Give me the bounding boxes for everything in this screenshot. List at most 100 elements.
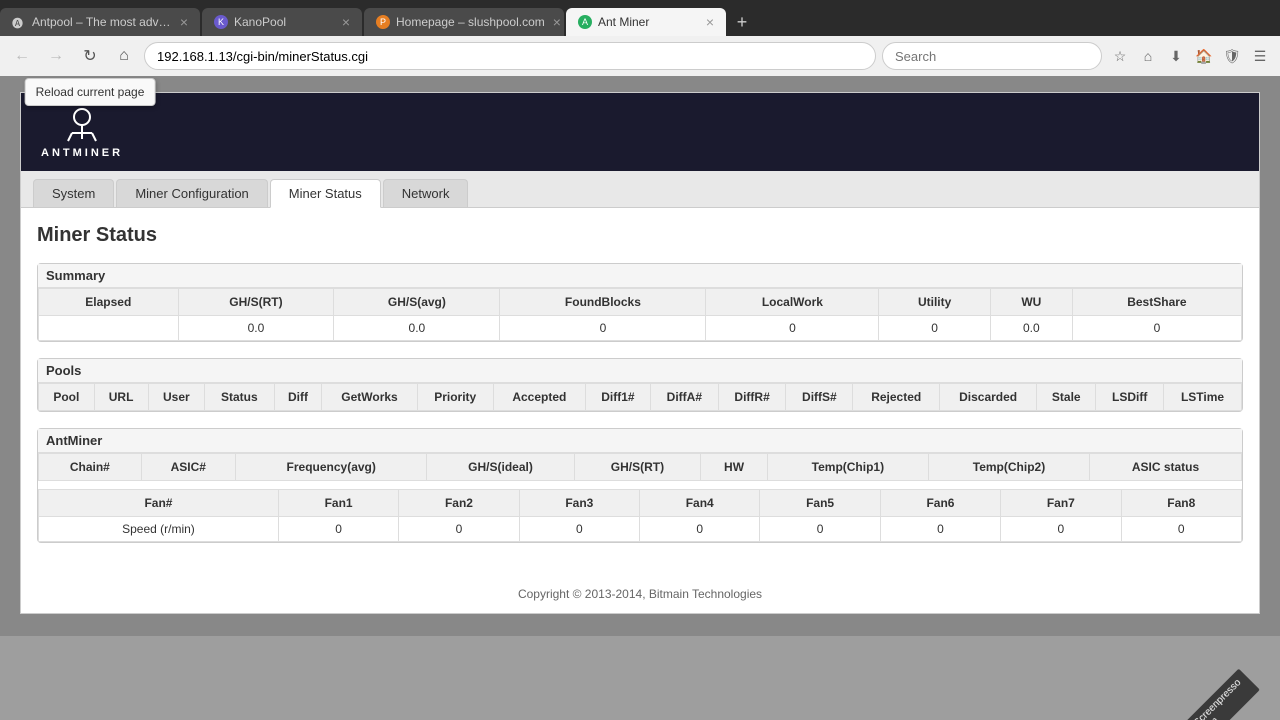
col-utility: Utility <box>879 289 990 316</box>
col-fan-label: Fan# <box>39 490 279 517</box>
col-ghs-rt: GH/S(RT) <box>178 289 334 316</box>
col-fan7: Fan7 <box>1001 490 1121 517</box>
col-foundblocks: FoundBlocks <box>500 289 706 316</box>
navigation-bar: ← → ↻ Reload current page ⌂ ☆ ⌂ ⬇ 🏠 🛡 ☰ <box>0 36 1280 76</box>
antminer-logo-icon <box>62 105 102 145</box>
fan-table: Fan# Fan1 Fan2 Fan3 Fan4 Fan5 Fan6 Fan7 … <box>38 489 1242 542</box>
col-fan2: Fan2 <box>399 490 519 517</box>
slush-tab-close[interactable]: × <box>545 14 561 30</box>
antpool-favicon: 🅐 <box>12 15 26 29</box>
col-priority: Priority <box>417 384 493 411</box>
browser-tab-kano[interactable]: K KanoPool × <box>202 8 362 36</box>
summary-inner: Elapsed GH/S(RT) GH/S(avg) FoundBlocks L… <box>38 288 1242 341</box>
tab-miner-status[interactable]: Miner Status <box>270 179 381 208</box>
footer-text: Copyright © 2013-2014, Bitmain Technolog… <box>518 587 762 601</box>
browser-home-icon[interactable]: 🏠 <box>1192 44 1216 68</box>
app-tabs: System Miner Configuration Miner Status … <box>21 171 1259 208</box>
chain-table: Chain# ASIC# Frequency(avg) GH/S(ideal) … <box>38 453 1242 481</box>
col-rejected: Rejected <box>853 384 940 411</box>
col-diff1: Diff1# <box>585 384 650 411</box>
home-button[interactable]: ⌂ <box>110 42 138 70</box>
col-accepted: Accepted <box>493 384 585 411</box>
fan6-speed: 0 <box>880 517 1000 542</box>
col-discarded: Discarded <box>940 384 1037 411</box>
col-ghs-ideal: GH/S(ideal) <box>427 454 574 481</box>
val-localwork: 0 <box>706 316 879 341</box>
browser-tab-slush[interactable]: P Homepage – slushpool.com × <box>364 8 564 36</box>
antminer-tab-label: Ant Miner <box>598 15 649 29</box>
page-footer: Copyright © 2013-2014, Bitmain Technolog… <box>21 575 1259 613</box>
antpool-tab-close[interactable]: × <box>172 14 188 30</box>
fan-body: Speed (r/min) 0 0 0 0 0 0 0 0 <box>39 517 1242 542</box>
antminer-tab-close[interactable]: × <box>698 14 714 30</box>
pools-inner: Pool URL User Status Diff GetWorks Prior… <box>38 383 1242 411</box>
col-localwork: LocalWork <box>706 289 879 316</box>
chain-header-row: Chain# ASIC# Frequency(avg) GH/S(ideal) … <box>39 454 1242 481</box>
bookmark-star-icon[interactable]: ☆ <box>1108 44 1132 68</box>
home-nav-icon[interactable]: ⌂ <box>1136 44 1160 68</box>
fan1-speed: 0 <box>278 517 398 542</box>
antpool-tab-label: Antpool – The most advan... <box>32 15 172 29</box>
col-fan6: Fan6 <box>880 490 1000 517</box>
col-hw: HW <box>701 454 768 481</box>
kano-tab-label: KanoPool <box>234 15 286 29</box>
antminer-section: AntMiner Chain# ASIC# Frequency(avg) GH/… <box>37 428 1243 543</box>
col-status: Status <box>205 384 274 411</box>
col-asic-status: ASIC status <box>1090 454 1242 481</box>
fan7-speed: 0 <box>1001 517 1121 542</box>
shield-icon[interactable]: 🛡 <box>1220 44 1244 68</box>
val-elapsed <box>39 316 179 341</box>
col-diffs: DiffS# <box>786 384 853 411</box>
val-bestshare: 0 <box>1072 316 1241 341</box>
col-wu: WU <box>990 289 1072 316</box>
slush-tab-label: Homepage – slushpool.com <box>396 15 545 29</box>
browser-tab-antminer[interactable]: A Ant Miner × <box>566 8 726 36</box>
antminer-legend: AntMiner <box>38 429 1242 453</box>
search-bar[interactable] <box>882 42 1102 70</box>
pools-table: Pool URL User Status Diff GetWorks Prior… <box>38 383 1242 411</box>
fan8-speed: 0 <box>1121 517 1241 542</box>
val-ghs-rt: 0.0 <box>178 316 334 341</box>
summary-section: Summary Elapsed GH/S(RT) GH/S(avg) Found… <box>37 263 1243 342</box>
pools-section: Pools Pool URL User Status Diff GetW <box>37 358 1243 412</box>
menu-icon[interactable]: ☰ <box>1248 44 1272 68</box>
reload-button[interactable]: ↻ <box>76 42 104 70</box>
logo-area: ANTMINER <box>41 105 123 159</box>
col-fan1: Fan1 <box>278 490 398 517</box>
watermark: Screenpressocom <box>1184 669 1260 720</box>
new-tab-button[interactable]: + <box>728 8 756 36</box>
col-asic: ASIC# <box>141 454 235 481</box>
download-icon[interactable]: ⬇ <box>1164 44 1188 68</box>
col-lstime: LSTime <box>1164 384 1242 411</box>
col-url: URL <box>94 384 148 411</box>
browser-tab-antpool[interactable]: 🅐 Antpool – The most advan... × <box>0 8 200 36</box>
val-ghs-avg: 0.0 <box>334 316 500 341</box>
tab-system[interactable]: System <box>33 179 114 207</box>
col-elapsed: Elapsed <box>39 289 179 316</box>
reload-tooltip: Reload current page <box>25 78 156 106</box>
col-lsdiff: LSDiff <box>1096 384 1164 411</box>
back-button[interactable]: ← <box>8 42 36 70</box>
nav-icons: ☆ ⌂ ⬇ 🏠 🛡 ☰ <box>1108 44 1272 68</box>
page-background: ANTMINER System Miner Configuration Mine… <box>0 76 1280 636</box>
app-header: ANTMINER <box>21 93 1259 171</box>
col-getworks: GetWorks <box>322 384 417 411</box>
col-bestshare: BestShare <box>1072 289 1241 316</box>
summary-table: Elapsed GH/S(RT) GH/S(avg) FoundBlocks L… <box>38 288 1242 341</box>
tab-miner-configuration[interactable]: Miner Configuration <box>116 179 267 207</box>
browser-window: 🅐 Antpool – The most advan... × K KanoPo… <box>0 0 1280 636</box>
fan2-speed: 0 <box>399 517 519 542</box>
fan-speed-label: Speed (r/min) <box>39 517 279 542</box>
kano-tab-close[interactable]: × <box>334 14 350 30</box>
logo-text: ANTMINER <box>41 147 123 159</box>
forward-button[interactable]: → <box>42 42 70 70</box>
fan-header-row: Fan# Fan1 Fan2 Fan3 Fan4 Fan5 Fan6 Fan7 … <box>39 490 1242 517</box>
reload-container: ↻ Reload current page <box>76 42 104 70</box>
col-temp-chip1: Temp(Chip1) <box>767 454 928 481</box>
address-bar[interactable] <box>144 42 876 70</box>
fan-speed-row: Speed (r/min) 0 0 0 0 0 0 0 0 <box>39 517 1242 542</box>
content-area: Miner Status Summary Elapsed GH/S(RT) GH… <box>21 208 1259 575</box>
kano-favicon: K <box>214 15 228 29</box>
val-utility: 0 <box>879 316 990 341</box>
tab-network[interactable]: Network <box>383 179 469 207</box>
